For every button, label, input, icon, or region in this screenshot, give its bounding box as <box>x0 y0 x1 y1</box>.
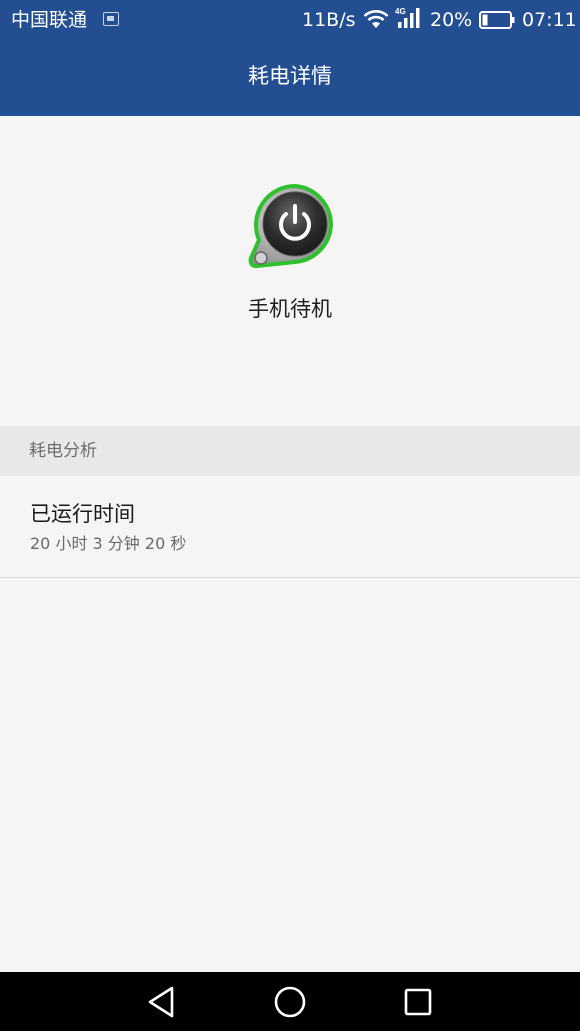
list-item-value: 20 小时 3 分钟 20 秒 <box>30 534 187 553</box>
power-standby-icon <box>248 183 334 269</box>
status-bar: 中国联通 11B/s 4G 20% 07:11 <box>0 0 580 40</box>
recent-square-icon[interactable] <box>398 982 438 1022</box>
cellular-signal-icon: 4G <box>395 7 420 28</box>
list-item-running-time[interactable]: 已运行时间 20 小时 3 分钟 20 秒 <box>0 476 580 578</box>
network-speed: 11B/s <box>302 9 356 31</box>
app-header: 手机待机 <box>0 116 580 425</box>
section-label: 耗电分析 <box>29 441 97 461</box>
list-item-title: 已运行时间 <box>30 502 135 526</box>
section-header: 耗电分析 <box>0 426 580 476</box>
home-circle-icon[interactable] <box>270 982 310 1022</box>
battery-usage-detail-screen: 中国联通 11B/s 4G 20% 07:11 耗电详情 手机待机 耗电分析 已… <box>0 0 580 1031</box>
image-notification-icon <box>103 12 119 26</box>
navigation-bar <box>0 972 580 1031</box>
clock: 07:11 <box>522 9 577 31</box>
carrier-name: 中国联通 <box>11 9 88 31</box>
network-type-label: 4G <box>395 7 406 16</box>
title-bar: 耗电详情 <box>0 40 580 116</box>
app-name: 手机待机 <box>248 297 332 321</box>
battery-percent: 20% <box>430 9 473 31</box>
battery-icon <box>479 11 515 29</box>
back-triangle-icon[interactable] <box>142 982 182 1022</box>
page-title: 耗电详情 <box>248 64 332 88</box>
wifi-icon <box>363 10 389 28</box>
